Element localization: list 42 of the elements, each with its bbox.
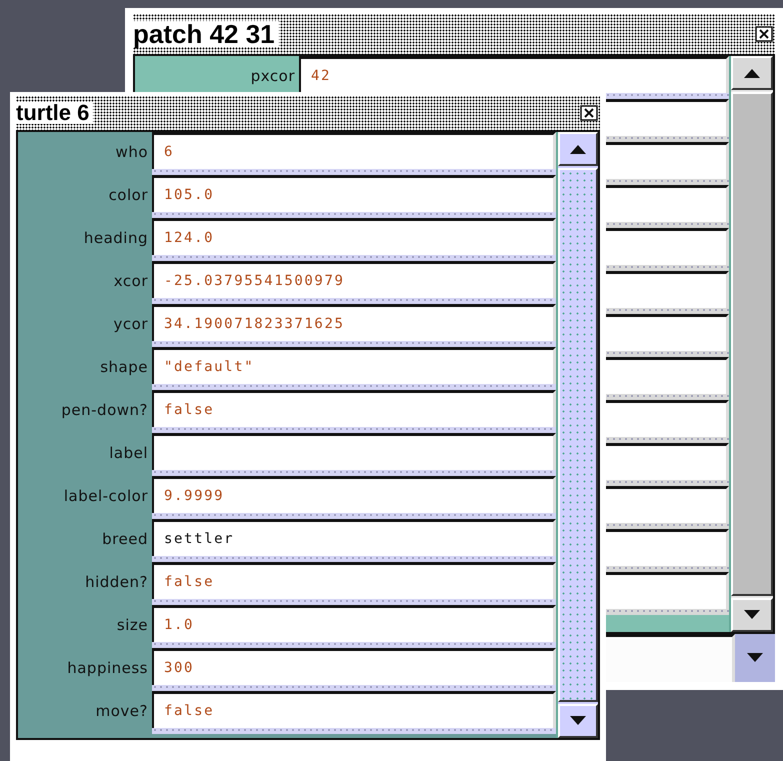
- variable-label: ycor: [112, 314, 149, 335]
- value-field[interactable]: 34.190071823371625: [152, 304, 556, 341]
- variable-label: size: [116, 615, 149, 636]
- variable-label: hidden?: [84, 572, 149, 593]
- variable-label: heading: [82, 228, 149, 249]
- window-title: turtle 6: [16, 102, 94, 124]
- variable-label: label-color: [62, 486, 149, 507]
- value-field[interactable]: false: [152, 562, 556, 599]
- scroll-down-icon: [568, 715, 588, 727]
- scroll-up-button[interactable]: [558, 132, 598, 166]
- value-field[interactable]: false: [152, 691, 556, 728]
- value-field[interactable]: "default": [152, 347, 556, 384]
- variable-label: move?: [94, 701, 149, 722]
- scroll-up-icon: [742, 67, 762, 79]
- value-field[interactable]: false: [152, 390, 556, 427]
- window-title: patch 42 31: [133, 21, 279, 47]
- variable-label: pxcor: [250, 66, 296, 87]
- scroll-down-button[interactable]: [731, 598, 773, 632]
- value-field[interactable]: settler: [152, 519, 556, 556]
- value-field[interactable]: 9.9999: [152, 476, 556, 513]
- value-field[interactable]: 300: [152, 648, 556, 685]
- value-field[interactable]: 42: [299, 56, 729, 93]
- value-field[interactable]: 6: [152, 132, 556, 169]
- scroll-up-button[interactable]: [731, 56, 773, 90]
- close-icon[interactable]: [580, 105, 598, 121]
- value-field[interactable]: 124.0: [152, 218, 556, 255]
- variable-label: happiness: [66, 658, 149, 679]
- dropdown-button[interactable]: [735, 634, 775, 682]
- value-field[interactable]: 1.0: [152, 605, 556, 642]
- close-icon[interactable]: [755, 26, 773, 42]
- value-field[interactable]: -25.03795541500979: [152, 261, 556, 298]
- variable-label: shape: [99, 357, 149, 378]
- value-field[interactable]: 105.0: [152, 175, 556, 212]
- variable-label: who: [114, 142, 149, 163]
- variable-label: label: [108, 443, 149, 464]
- variable-label: pen-down?: [60, 400, 149, 421]
- variable-label: color: [108, 185, 149, 206]
- scroll-down-icon: [742, 609, 762, 621]
- scroll-down-button[interactable]: [558, 704, 598, 738]
- variable-label: xcor: [112, 271, 149, 292]
- variable-label: breed: [101, 529, 149, 550]
- scroll-down-icon: [745, 652, 765, 664]
